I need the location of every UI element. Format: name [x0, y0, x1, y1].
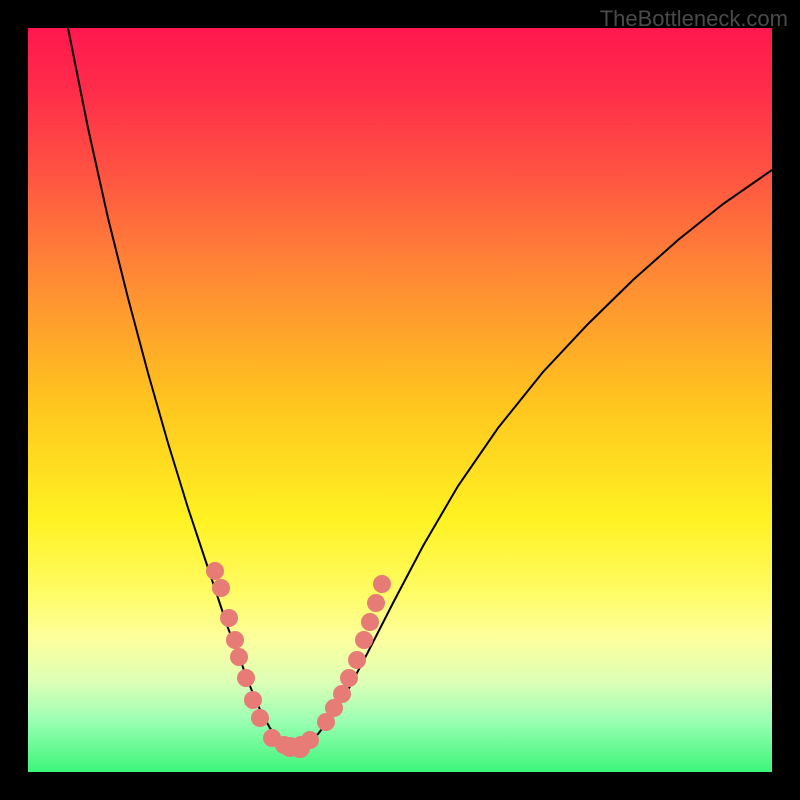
- bead: [355, 631, 373, 649]
- bead: [220, 609, 238, 627]
- left-curve: [68, 28, 294, 748]
- chart-frame: [28, 28, 772, 772]
- watermark-text: TheBottleneck.com: [600, 6, 788, 32]
- bead: [251, 709, 269, 727]
- bead: [244, 691, 262, 709]
- bead: [290, 738, 310, 758]
- bead: [348, 651, 366, 669]
- bead: [230, 648, 248, 666]
- bead: [373, 575, 391, 593]
- bead: [226, 631, 244, 649]
- bead-cluster: [206, 562, 391, 758]
- bead: [361, 613, 379, 631]
- bead: [237, 669, 255, 687]
- chart-svg: [28, 28, 772, 772]
- bead: [340, 669, 358, 687]
- bead: [212, 579, 230, 597]
- bead: [367, 594, 385, 612]
- bead: [206, 562, 224, 580]
- bead: [333, 685, 351, 703]
